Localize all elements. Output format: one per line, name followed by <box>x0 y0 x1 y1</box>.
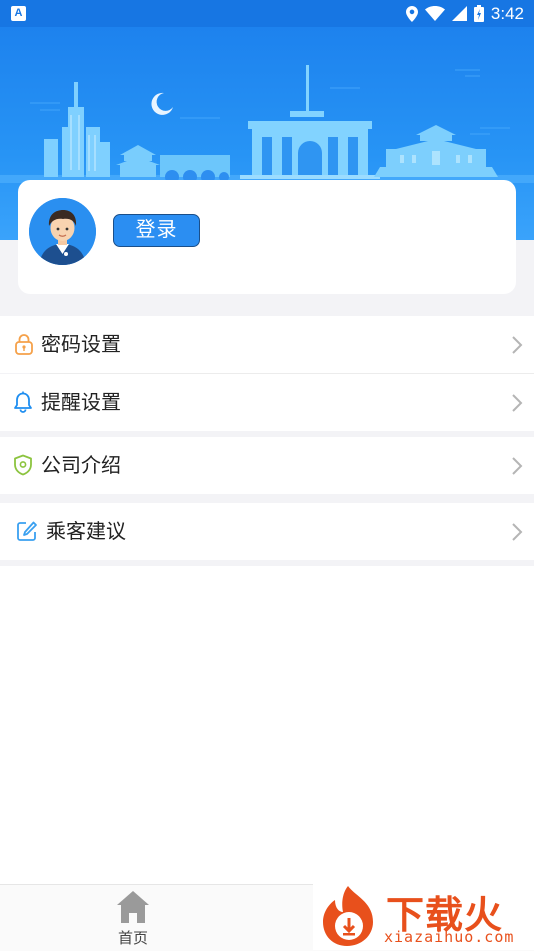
clock: 3:42 <box>490 3 524 23</box>
avatar[interactable] <box>29 198 96 265</box>
lock-icon <box>15 334 33 355</box>
menu-label: 乘客建议 <box>46 519 126 543</box>
status-icons: 3:42 <box>405 3 524 24</box>
flame-logo-icon <box>323 886 373 946</box>
bell-icon <box>14 391 32 413</box>
tab-home[interactable]: 首页 <box>105 887 161 947</box>
home-icon <box>117 891 149 923</box>
tab-home-label: 首页 <box>117 929 148 947</box>
battery-icon <box>473 5 484 22</box>
menu-label: 公司介绍 <box>41 453 121 477</box>
shield-icon <box>14 454 32 476</box>
watermark: 下载火 xiazaihuo.com <box>313 880 534 950</box>
menu-item-password-settings[interactable]: 密码设置 <box>0 316 534 373</box>
menu-label: 提醒设置 <box>41 390 121 414</box>
menu-label: 密码设置 <box>41 332 121 356</box>
edit-icon <box>17 521 37 541</box>
chevron-right-icon <box>512 394 523 412</box>
status-bar: A 3:42 <box>0 0 534 27</box>
chevron-right-icon <box>512 523 523 541</box>
menu-item-passenger-suggestions[interactable]: 乘客建议 <box>0 503 534 560</box>
login-button[interactable]: 登录 <box>113 214 200 247</box>
location-icon <box>405 5 418 22</box>
signal-icon <box>451 6 467 21</box>
wifi-icon <box>424 6 445 21</box>
app-notification-icon: A <box>11 6 26 21</box>
empty-content-area <box>0 566 534 884</box>
chevron-right-icon <box>512 336 523 354</box>
menu-item-reminder-settings[interactable]: 提醒设置 <box>0 374 534 431</box>
profile-card: 登录 <box>18 180 516 294</box>
watermark-url: xiazaihuo.com <box>384 928 515 946</box>
menu-item-company-intro[interactable]: 公司介绍 <box>0 437 534 494</box>
chevron-right-icon <box>512 457 523 475</box>
